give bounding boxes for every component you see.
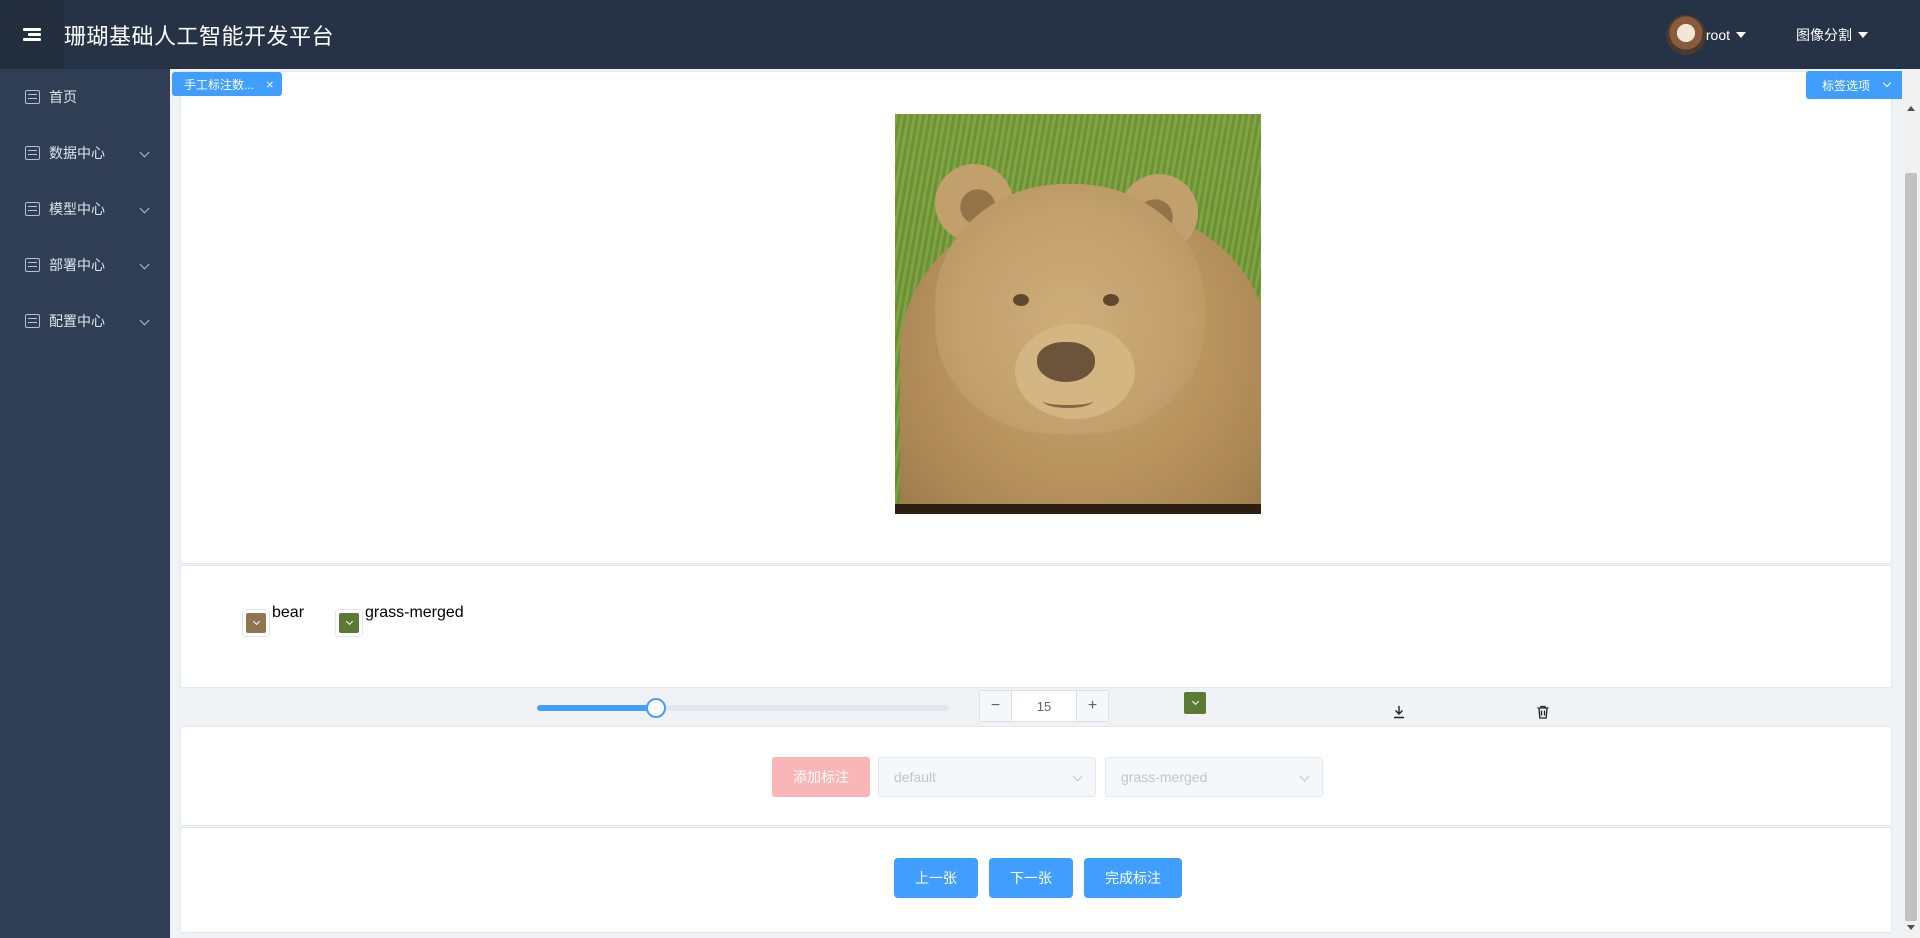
- legend-color-grass: [339, 613, 359, 633]
- header-right: root 图像分割: [1665, 0, 1920, 69]
- sidebar-item-label: 部署中心: [49, 257, 105, 273]
- sidebar-item-home[interactable]: 首页: [0, 69, 170, 125]
- sidebar: 首页 数据中心 模型中心 部署中心 配置中心: [0, 69, 170, 938]
- segmentation-mask-overlay: [895, 114, 1261, 514]
- brush-size-stepper[interactable]: − 15 +: [979, 690, 1109, 722]
- chevron-down-icon: [139, 203, 150, 214]
- chevron-down-icon: [139, 315, 150, 326]
- slider-handle[interactable]: [646, 698, 667, 718]
- finish-annotation-button[interactable]: 完成标注: [1084, 858, 1182, 898]
- sidebar-item-config-center[interactable]: 配置中心: [0, 293, 170, 349]
- menu-list-icon: [25, 314, 40, 328]
- trash-icon[interactable]: [1535, 704, 1551, 720]
- page-scrollbar[interactable]: [1902, 69, 1920, 938]
- slider-fill: [537, 705, 657, 711]
- mode-label: 图像分割: [1796, 26, 1852, 43]
- hamburger-icon: [23, 27, 41, 42]
- sidebar-item-label: 配置中心: [49, 313, 105, 329]
- avatar[interactable]: [1665, 14, 1706, 55]
- user-name: root: [1705, 26, 1730, 43]
- scroll-down-icon[interactable]: [1907, 925, 1915, 930]
- label-legend-panel: bear grass-merged: [180, 565, 1892, 688]
- chevron-down-icon: [345, 617, 353, 626]
- navigation-panel: 上一张 下一张 完成标注: [180, 827, 1892, 933]
- main-content: 手工标注数... × 标签选项 bear grass-merged − 15 +: [170, 69, 1920, 938]
- image-canvas-panel: [180, 71, 1892, 564]
- color-swatch[interactable]: [242, 609, 270, 637]
- chevron-down-icon: [139, 147, 150, 158]
- annotated-image[interactable]: [895, 114, 1261, 514]
- legend-color-bear: [246, 613, 266, 633]
- label-options-label: 标签选项: [1821, 78, 1870, 93]
- download-icon[interactable]: [1391, 704, 1407, 720]
- prev-image-button[interactable]: 上一张: [894, 858, 978, 898]
- sidebar-item-data-center[interactable]: 数据中心: [0, 125, 170, 181]
- color-swatch[interactable]: [335, 609, 363, 637]
- app-title: 珊瑚基础人工智能开发平台: [64, 23, 335, 49]
- legend-label: grass-merged: [365, 604, 464, 621]
- sidebar-item-model-center[interactable]: 模型中心: [0, 181, 170, 237]
- next-image-button[interactable]: 下一张: [989, 858, 1073, 898]
- mode-dropdown[interactable]: 图像分割: [1796, 25, 1868, 45]
- decrement-button[interactable]: −: [980, 691, 1012, 721]
- legend-item-bear[interactable]: bear: [242, 604, 304, 637]
- chevron-down-icon: [139, 259, 150, 270]
- sidebar-item-label: 模型中心: [49, 201, 105, 217]
- sidebar-item-label: 首页: [49, 89, 77, 105]
- top-header: 珊瑚基础人工智能开发平台 root 图像分割: [0, 0, 1920, 69]
- menu-list-icon: [25, 202, 40, 216]
- legend-item-grass-merged[interactable]: grass-merged: [335, 604, 464, 637]
- legend-label: bear: [272, 604, 305, 621]
- current-color-picker[interactable]: [1184, 692, 1206, 714]
- caret-down-icon: [1858, 31, 1868, 38]
- annotation-group-select[interactable]: default: [878, 757, 1096, 797]
- label-options-button[interactable]: 标签选项: [1806, 71, 1906, 99]
- annotation-label-select[interactable]: grass-merged: [1105, 757, 1323, 797]
- chevron-down-icon: [1299, 771, 1310, 782]
- sidebar-item-deploy-center[interactable]: 部署中心: [0, 237, 170, 293]
- brush-size-slider[interactable]: [537, 698, 949, 718]
- add-annotation-button[interactable]: 添加标注: [772, 757, 870, 797]
- select-placeholder: grass-merged: [1121, 769, 1208, 785]
- scroll-thumb[interactable]: [1905, 173, 1917, 921]
- chevron-down-icon: [1882, 78, 1892, 88]
- chevron-down-icon: [252, 617, 260, 626]
- close-icon[interactable]: ×: [266, 77, 274, 92]
- menu-list-icon: [25, 258, 40, 272]
- brush-size-value[interactable]: 15: [1012, 691, 1076, 721]
- add-annotation-panel: 添加标注 default grass-merged: [180, 726, 1892, 826]
- tab-label: 手工标注数...: [184, 77, 255, 92]
- chevron-down-icon: [1072, 771, 1083, 782]
- tab-manual-annotation[interactable]: 手工标注数... ×: [172, 72, 282, 96]
- menu-list-icon: [25, 146, 40, 160]
- chevron-down-icon: [1191, 697, 1199, 706]
- select-placeholder: default: [894, 769, 937, 785]
- menu-toggle-button[interactable]: [0, 0, 64, 69]
- sidebar-item-label: 数据中心: [49, 145, 105, 161]
- user-menu[interactable]: root: [1706, 27, 1746, 43]
- caret-down-icon: [1736, 31, 1746, 38]
- menu-list-icon: [25, 90, 40, 104]
- scroll-up-icon[interactable]: [1907, 106, 1915, 111]
- increment-button[interactable]: +: [1076, 691, 1108, 721]
